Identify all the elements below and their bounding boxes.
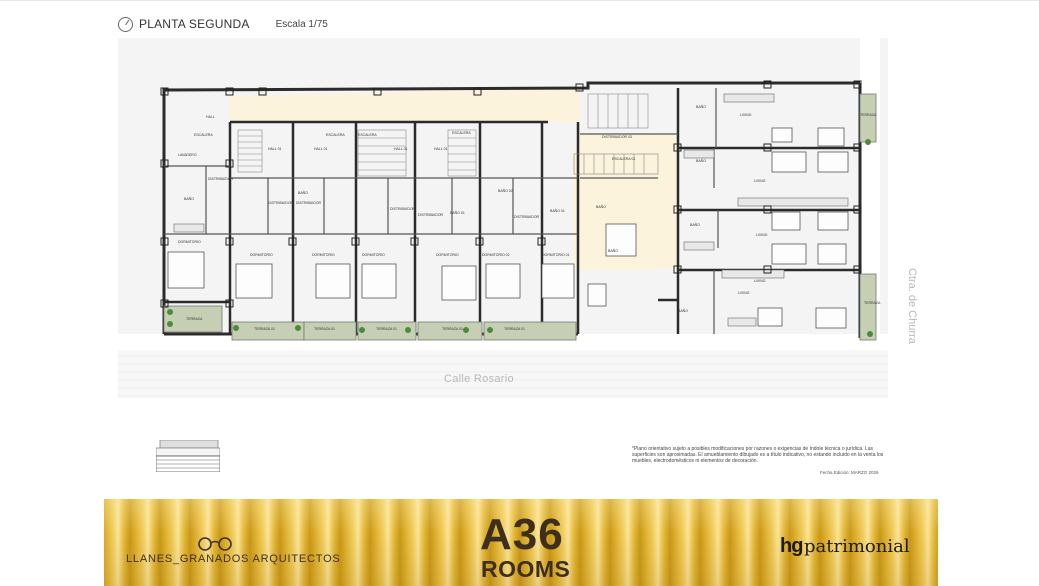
brand-banner: LLANES_GRANADOS ARQUITECTOS A36 ROOMS hg… [104, 499, 938, 586]
room-label: DORMITORIO 01 [542, 253, 570, 257]
room-label: DISTRIBUIDOR [390, 207, 416, 211]
room-label: DORMITORIO [178, 240, 201, 244]
room-label: HALL 01 [268, 147, 282, 151]
room-label: HALL 01 [394, 147, 408, 151]
room-label: TERRAZA 01 [442, 327, 463, 331]
brand-subtitle: ROOMS [481, 556, 571, 582]
room-label: TERRAZA [860, 113, 877, 117]
room-label: DISTRIBUIDOR [268, 201, 294, 205]
room-label: BAÑO [696, 104, 706, 109]
room-label: ESCALERA [358, 133, 377, 137]
room-label: BAÑO [298, 190, 308, 195]
room-label: DORMITORIO 02 [482, 253, 510, 257]
room-label: HALL 01 [314, 147, 328, 151]
room-label: BAÑO 01 [550, 208, 565, 213]
room-label: HALL [206, 115, 215, 119]
plan-header: PLANTA SEGUNDA Escala 1/75 [118, 15, 328, 33]
room-label: DORMITORIO [250, 253, 273, 257]
room-label: HALL 01 [434, 147, 448, 151]
room-label: LIVING [754, 279, 766, 283]
north-compass-icon [118, 16, 133, 32]
glasses-logo-icon [198, 537, 232, 551]
partner-logo-mark: hg [780, 535, 803, 557]
top-divider [0, 0, 1039, 1]
room-label: TERRAZA 01 [254, 327, 275, 331]
room-label: TERRAZA [186, 317, 203, 321]
room-label: DORMITORIO [312, 253, 335, 257]
room-label: BAÑO [678, 308, 688, 313]
room-label: BAÑO [184, 196, 194, 201]
room-label: ESCALERA [452, 131, 471, 135]
partner-logo-name: patrimonial [804, 536, 910, 557]
room-label: BAÑO [608, 248, 618, 253]
room-label: BAÑO [696, 158, 706, 163]
room-label: DISTRIBUIDOR 03 [602, 135, 632, 139]
edition-date: Fecha Edición: MARZO 2026 [820, 470, 879, 475]
room-label: LAVADERO [178, 153, 197, 157]
room-label: BAÑO [596, 204, 606, 209]
room-label: LIVING [756, 233, 768, 237]
room-label: LIVING [738, 291, 750, 295]
room-label: DISTRIBUIDOR [418, 213, 444, 217]
room-label: TERRAZA 01 [376, 327, 397, 331]
floor-plan: HALL ESCALERA LAVADERO BAÑO DISTRIBUIDOR… [118, 38, 888, 398]
room-label: LIVING [740, 113, 752, 117]
room-label: DORMITORIO [436, 253, 459, 257]
room-label: TERRAZA [864, 301, 881, 305]
room-label: BAÑO 02 [498, 188, 513, 193]
architect-name: LLANES_GRANADOS ARQUITECTOS [126, 553, 341, 565]
street-label: Calle Rosario [444, 373, 514, 385]
room-label: ESCALERA [194, 133, 213, 137]
room-label: BAÑO 01 [450, 210, 465, 215]
stair-legend-icon [156, 440, 220, 472]
room-label: TERRAZA 01 [504, 327, 525, 331]
road-label: Ctra. de Churra [906, 268, 918, 344]
disclaimer-text: *Plano orientativo sujeto a posibles mod… [632, 446, 884, 464]
room-label: BAÑO [690, 222, 700, 227]
room-label: DISTRIBUIDOR [296, 201, 322, 205]
plan-scale: Escala 1/75 [275, 18, 328, 30]
room-label: DORMITORIO [362, 253, 385, 257]
room-label: DISTRIBUIDOR [514, 215, 540, 219]
room-label: ESCALERA [326, 133, 345, 137]
room-label: DISTRIBUIDOR [208, 177, 234, 181]
room-label: LIVING [754, 179, 766, 183]
brand-title: A36 [480, 510, 564, 559]
room-label: TERRAZA 01 [314, 327, 335, 331]
room-label: ESCALERA 01 [612, 157, 635, 161]
plan-title: PLANTA SEGUNDA [139, 17, 250, 31]
